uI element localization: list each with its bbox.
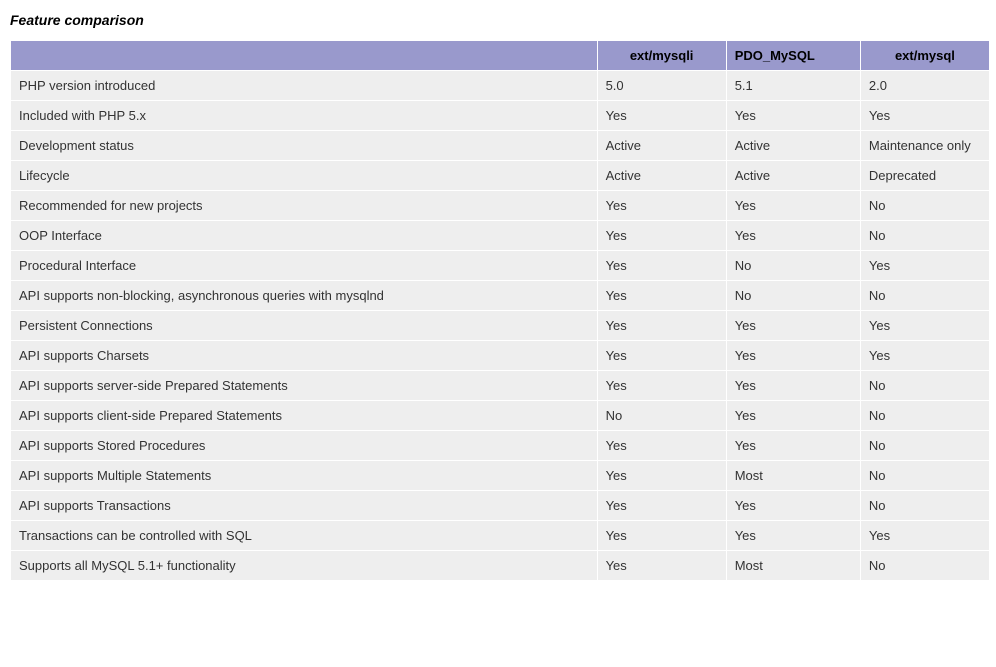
- value-cell: Active: [597, 131, 726, 161]
- table-row: Development statusActiveActiveMaintenanc…: [11, 131, 990, 161]
- value-cell: Yes: [726, 401, 860, 431]
- table-row: PHP version introduced5.05.12.0: [11, 71, 990, 101]
- table-row: API supports Multiple StatementsYesMostN…: [11, 461, 990, 491]
- value-cell: No: [860, 371, 989, 401]
- table-row: API supports client-side Prepared Statem…: [11, 401, 990, 431]
- feature-name-cell: Transactions can be controlled with SQL: [11, 521, 598, 551]
- feature-comparison-table: ext/mysqli PDO_MySQL ext/mysql PHP versi…: [10, 40, 990, 581]
- value-cell: No: [726, 281, 860, 311]
- value-cell: Yes: [597, 461, 726, 491]
- table-row: Included with PHP 5.xYesYesYes: [11, 101, 990, 131]
- table-row: Procedural InterfaceYesNoYes: [11, 251, 990, 281]
- value-cell: No: [860, 281, 989, 311]
- value-cell: Most: [726, 551, 860, 581]
- value-cell: 5.1: [726, 71, 860, 101]
- value-cell: 2.0: [860, 71, 989, 101]
- table-row: Supports all MySQL 5.1+ functionalityYes…: [11, 551, 990, 581]
- value-cell: Yes: [726, 101, 860, 131]
- page-title: Feature comparison: [10, 12, 986, 28]
- value-cell: Yes: [597, 281, 726, 311]
- table-body: PHP version introduced5.05.12.0Included …: [11, 71, 990, 581]
- value-cell: Yes: [860, 311, 989, 341]
- feature-name-cell: API supports client-side Prepared Statem…: [11, 401, 598, 431]
- value-cell: Yes: [860, 101, 989, 131]
- table-row: LifecycleActiveActiveDeprecated: [11, 161, 990, 191]
- value-cell: Active: [597, 161, 726, 191]
- value-cell: Yes: [726, 431, 860, 461]
- value-cell: No: [860, 551, 989, 581]
- feature-name-cell: API supports Transactions: [11, 491, 598, 521]
- feature-name-cell: PHP version introduced: [11, 71, 598, 101]
- value-cell: Yes: [726, 521, 860, 551]
- value-cell: Yes: [597, 521, 726, 551]
- value-cell: No: [597, 401, 726, 431]
- value-cell: Yes: [860, 341, 989, 371]
- value-cell: Yes: [597, 551, 726, 581]
- feature-name-cell: API supports Multiple Statements: [11, 461, 598, 491]
- table-row: API supports non-blocking, asynchronous …: [11, 281, 990, 311]
- value-cell: Yes: [726, 491, 860, 521]
- col-header-blank: [11, 41, 598, 71]
- table-row: Persistent ConnectionsYesYesYes: [11, 311, 990, 341]
- value-cell: Yes: [597, 101, 726, 131]
- value-cell: No: [860, 401, 989, 431]
- table-row: Transactions can be controlled with SQLY…: [11, 521, 990, 551]
- feature-name-cell: OOP Interface: [11, 221, 598, 251]
- table-row: API supports TransactionsYesYesNo: [11, 491, 990, 521]
- value-cell: Active: [726, 161, 860, 191]
- value-cell: Yes: [860, 251, 989, 281]
- feature-name-cell: API supports Stored Procedures: [11, 431, 598, 461]
- table-row: API supports Stored ProceduresYesYesNo: [11, 431, 990, 461]
- value-cell: Yes: [726, 371, 860, 401]
- value-cell: Yes: [597, 251, 726, 281]
- value-cell: Yes: [597, 311, 726, 341]
- value-cell: Yes: [860, 521, 989, 551]
- value-cell: Most: [726, 461, 860, 491]
- feature-name-cell: API supports Charsets: [11, 341, 598, 371]
- col-header-mysql: ext/mysql: [860, 41, 989, 71]
- table-row: Recommended for new projectsYesYesNo: [11, 191, 990, 221]
- table-header-row: ext/mysqli PDO_MySQL ext/mysql: [11, 41, 990, 71]
- feature-name-cell: Persistent Connections: [11, 311, 598, 341]
- col-header-pdo: PDO_MySQL: [726, 41, 860, 71]
- value-cell: Yes: [726, 311, 860, 341]
- value-cell: Yes: [597, 371, 726, 401]
- table-row: API supports server-side Prepared Statem…: [11, 371, 990, 401]
- value-cell: Deprecated: [860, 161, 989, 191]
- value-cell: No: [860, 491, 989, 521]
- value-cell: Active: [726, 131, 860, 161]
- feature-name-cell: Included with PHP 5.x: [11, 101, 598, 131]
- feature-name-cell: Development status: [11, 131, 598, 161]
- value-cell: Yes: [597, 491, 726, 521]
- feature-name-cell: Lifecycle: [11, 161, 598, 191]
- value-cell: Yes: [726, 191, 860, 221]
- feature-name-cell: Recommended for new projects: [11, 191, 598, 221]
- value-cell: No: [860, 221, 989, 251]
- table-row: API supports CharsetsYesYesYes: [11, 341, 990, 371]
- value-cell: Yes: [597, 431, 726, 461]
- col-header-mysqli: ext/mysqli: [597, 41, 726, 71]
- feature-name-cell: API supports server-side Prepared Statem…: [11, 371, 598, 401]
- feature-name-cell: Supports all MySQL 5.1+ functionality: [11, 551, 598, 581]
- value-cell: No: [860, 461, 989, 491]
- value-cell: No: [726, 251, 860, 281]
- table-row: OOP InterfaceYesYesNo: [11, 221, 990, 251]
- value-cell: No: [860, 191, 989, 221]
- value-cell: Maintenance only: [860, 131, 989, 161]
- value-cell: Yes: [597, 221, 726, 251]
- feature-name-cell: API supports non-blocking, asynchronous …: [11, 281, 598, 311]
- feature-name-cell: Procedural Interface: [11, 251, 598, 281]
- value-cell: No: [860, 431, 989, 461]
- value-cell: Yes: [597, 191, 726, 221]
- value-cell: Yes: [726, 341, 860, 371]
- value-cell: 5.0: [597, 71, 726, 101]
- value-cell: Yes: [597, 341, 726, 371]
- value-cell: Yes: [726, 221, 860, 251]
